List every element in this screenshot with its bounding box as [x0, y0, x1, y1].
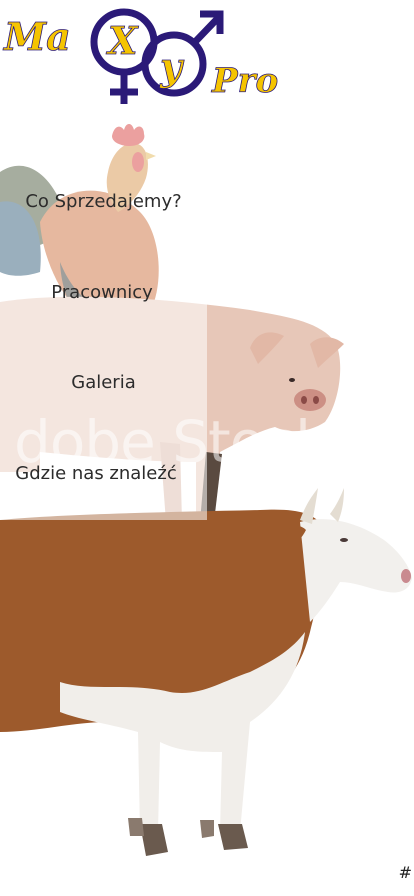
logo-text-ma: Ma: [2, 14, 71, 59]
nav-item-co-sprzedajemy[interactable]: Co Sprzedajemy?: [0, 190, 207, 214]
logo-graphic: Ma X y Pro: [2, 8, 279, 104]
logo-text-x: X: [106, 18, 139, 63]
page: Ma X y Pro dobe Stock Co Sprzedajemy? Pr…: [0, 0, 414, 896]
logo-text-y: y: [159, 44, 185, 89]
brand-logo[interactable]: Ma X y Pro: [0, 0, 300, 112]
nav-item-gdzie-nas-znalezc[interactable]: Gdzie nas znaleźć: [0, 462, 194, 486]
nav-item-pracownicy[interactable]: Pracownicy: [0, 281, 204, 305]
navigation-menu: [0, 112, 207, 520]
logo-text-pro: Pro: [211, 61, 278, 101]
nav-item-galeria[interactable]: Galeria: [0, 371, 207, 395]
corner-hash-link[interactable]: #: [399, 863, 412, 882]
cow-icon: [0, 488, 412, 856]
